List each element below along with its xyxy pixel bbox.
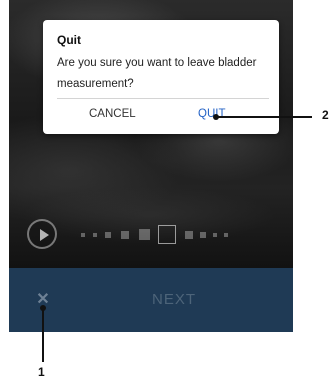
- dialog-title: Quit: [57, 33, 81, 47]
- bottom-action-bar: ✕ NEXT: [9, 268, 293, 332]
- dialog-message: Are you sure you want to leave bladder m…: [57, 57, 257, 90]
- cancel-button[interactable]: CANCEL: [89, 108, 136, 120]
- play-icon: [40, 229, 49, 241]
- frame-marker: [81, 233, 85, 237]
- frame-marker: [105, 232, 111, 238]
- quit-button[interactable]: QUIT: [198, 108, 225, 120]
- callout-number-1: 1: [38, 365, 45, 379]
- frame-marker: [224, 233, 228, 237]
- play-button[interactable]: [27, 219, 57, 249]
- frame-marker: [121, 231, 129, 239]
- frame-marker: [93, 233, 97, 237]
- frame-marker: [213, 233, 217, 237]
- frame-marker: [139, 229, 150, 240]
- callout-line: [216, 116, 312, 118]
- frame-marker: [185, 231, 193, 239]
- dialog-divider: [57, 98, 269, 99]
- frame-marker: [200, 232, 206, 238]
- callout-number-2: 2: [322, 108, 329, 122]
- callout-line: [42, 308, 44, 362]
- next-button[interactable]: NEXT: [119, 286, 229, 314]
- app-screen: ✕ NEXT Quit Are you sure you want to lea…: [9, 0, 293, 332]
- frame-marker-current: [158, 225, 176, 244]
